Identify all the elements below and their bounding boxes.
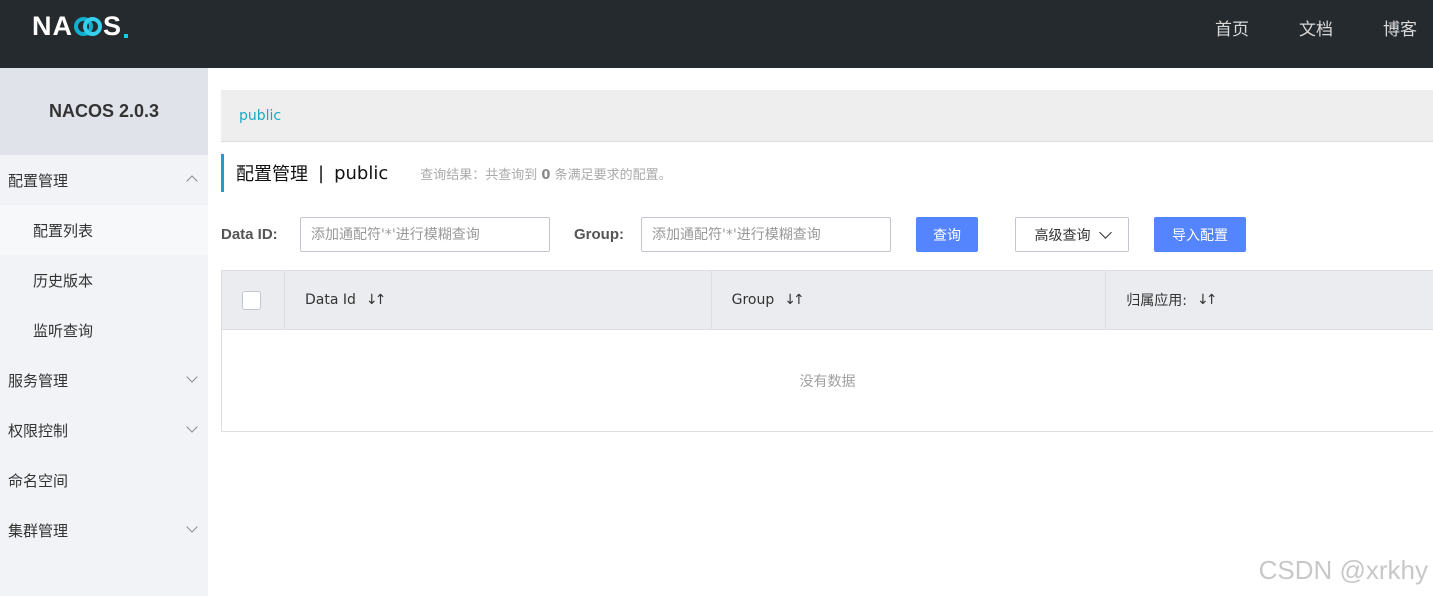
- sidebar-group-label: 集群管理: [8, 521, 69, 540]
- namespace-tab-public[interactable]: public: [239, 108, 281, 124]
- sidebar-group-cluster-management[interactable]: 集群管理: [0, 505, 208, 555]
- sidebar-group-namespace[interactable]: 命名空间: [0, 455, 208, 505]
- column-data-id[interactable]: Data Id ↓↑: [285, 271, 712, 329]
- nav-home-link[interactable]: 首页: [1215, 15, 1249, 40]
- advanced-query-label: 高级查询: [1034, 227, 1091, 244]
- config-table: Data Id ↓↑ Group ↓↑ 归属应用: ↓↑ 没有数据: [221, 270, 1433, 432]
- table-header: Data Id ↓↑ Group ↓↑ 归属应用: ↓↑: [222, 271, 1433, 330]
- title-separator: |: [318, 162, 325, 184]
- sort-icon[interactable]: ↓↑: [1197, 292, 1218, 308]
- namespace-bar: public: [221, 90, 1433, 142]
- data-id-input[interactable]: [300, 217, 550, 252]
- top-nav: 首页 文档 博客: [1165, 0, 1433, 54]
- sidebar: NACOS 2.0.3 配置管理 配置列表 历史版本 监听查询 服务管理 权限控…: [0, 68, 208, 596]
- logo-text-right: S: [103, 10, 123, 41]
- sidebar-group-label: 服务管理: [8, 371, 69, 390]
- sidebar-group-label: 命名空间: [8, 471, 69, 490]
- sidebar-item-config-list[interactable]: 配置列表: [0, 205, 208, 255]
- group-label: Group:: [574, 226, 624, 243]
- sidebar-group-service-management[interactable]: 服务管理: [0, 355, 208, 405]
- nav-docs-link[interactable]: 文档: [1299, 15, 1333, 40]
- result-count: 0: [541, 167, 551, 183]
- page-title: 配置管理: [236, 164, 308, 185]
- column-app[interactable]: 归属应用: ↓↑: [1106, 271, 1433, 329]
- chevron-up-icon: [186, 175, 198, 187]
- empty-state: 没有数据: [799, 373, 856, 390]
- nacos-logo[interactable]: NA S: [32, 10, 129, 42]
- title-namespace: public: [334, 162, 389, 184]
- column-group[interactable]: Group ↓↑: [712, 271, 1107, 329]
- query-button[interactable]: 查询: [916, 217, 978, 252]
- chevron-down-icon: [1098, 225, 1112, 239]
- logo-text-left: NA: [32, 10, 73, 41]
- column-label: Data Id: [304, 292, 356, 308]
- import-config-button[interactable]: 导入配置: [1154, 217, 1246, 252]
- group-input[interactable]: [641, 217, 891, 252]
- chevron-down-icon: [186, 521, 198, 533]
- column-label: Group: [731, 292, 775, 308]
- column-label: 归属应用:: [1126, 293, 1187, 309]
- watermark: CSDN @xrkhy: [1258, 555, 1428, 585]
- advanced-query-button[interactable]: 高级查询: [1015, 217, 1129, 252]
- page-title-row: 配置管理 | public 查询结果：共查询到 0 条满足要求的配置。: [221, 154, 672, 192]
- sidebar-group-label: 配置管理: [8, 171, 69, 190]
- logo-rings-icon: [74, 16, 102, 36]
- data-id-label: Data ID:: [221, 226, 278, 243]
- result-prefix: 查询结果：共查询到: [420, 167, 538, 183]
- sort-icon[interactable]: ↓↑: [366, 292, 387, 308]
- select-all-checkbox[interactable]: [242, 290, 261, 310]
- import-config-label: 导入配置: [1172, 227, 1228, 244]
- chevron-down-icon: [186, 371, 198, 383]
- result-suffix: 条满足要求的配置。: [554, 167, 672, 183]
- sidebar-group-config-management[interactable]: 配置管理: [0, 155, 208, 205]
- sort-icon[interactable]: ↓↑: [784, 292, 805, 308]
- main-content: public 配置管理 | public 查询结果：共查询到 0 条满足要求的配…: [208, 68, 1433, 596]
- sidebar-group-access-control[interactable]: 权限控制: [0, 405, 208, 455]
- logo-dot-icon: [124, 34, 129, 38]
- sidebar-item-listener-query[interactable]: 监听查询: [0, 305, 208, 355]
- sidebar-item-history[interactable]: 历史版本: [0, 255, 208, 305]
- top-header: NA S 首页 文档 博客: [0, 0, 1433, 68]
- nav-blog-link[interactable]: 博客: [1383, 15, 1417, 40]
- filter-bar: Data ID: Group: 查询 高级查询 导入配置: [221, 217, 1433, 252]
- select-all-cell: [222, 271, 285, 329]
- query-result-text: 查询结果：共查询到 0 条满足要求的配置。: [420, 164, 671, 183]
- query-button-label: 查询: [933, 227, 961, 244]
- chevron-down-icon: [186, 421, 198, 433]
- sidebar-group-label: 权限控制: [8, 421, 69, 440]
- version-title: NACOS 2.0.3: [0, 68, 208, 155]
